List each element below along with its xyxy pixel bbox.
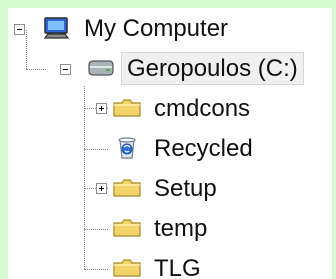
tree-item-temp[interactable]: temp <box>112 208 213 248</box>
folder-tree: My Computer Geropoulos (C:) cmdcons Recy… <box>8 8 332 279</box>
tree-item-label: temp <box>154 214 208 242</box>
tree-item-label: TLG <box>154 254 201 279</box>
tree-item-label: Geropoulos (C:) <box>121 51 304 85</box>
tree-item-drive[interactable]: Geropoulos (C:) <box>85 48 304 88</box>
folder-icon <box>112 216 142 240</box>
collapse-drive-button[interactable] <box>60 64 71 75</box>
folder-icon <box>112 96 142 120</box>
tree-connector-tlg <box>84 269 108 270</box>
tree-item-label: Setup <box>154 174 217 202</box>
tree-connector-recycled <box>84 149 108 150</box>
tree-item-my-computer[interactable]: My Computer <box>42 8 234 48</box>
collapse-my-computer-button[interactable] <box>14 24 25 35</box>
tree-view-frame: My Computer Geropoulos (C:) cmdcons Recy… <box>0 0 336 279</box>
expand-cmdcons-button[interactable] <box>96 103 107 114</box>
folder-tree-panel: My Computer Geropoulos (C:) cmdcons Recy… <box>8 8 332 279</box>
tree-item-label: Recycled <box>154 134 253 162</box>
tree-connector-root <box>26 30 27 69</box>
tree-item-tlg[interactable]: TLG <box>112 248 207 279</box>
tree-connector-drive <box>84 86 85 269</box>
tree-item-setup[interactable]: Setup <box>112 168 223 208</box>
folder-icon <box>112 176 142 200</box>
tree-item-recycled[interactable]: Recycled <box>112 128 259 168</box>
tree-item-label: My Computer <box>84 14 229 42</box>
computer-icon <box>42 16 72 40</box>
tree-connector-temp <box>84 229 108 230</box>
folder-icon <box>112 256 142 279</box>
tree-connector-root-horizontal <box>26 69 46 70</box>
tree-item-label: cmdcons <box>154 94 251 122</box>
expand-setup-button[interactable] <box>96 183 107 194</box>
drive-icon <box>85 56 115 80</box>
recycle-bin-icon <box>112 136 142 160</box>
tree-item-cmdcons[interactable]: cmdcons <box>112 88 256 128</box>
